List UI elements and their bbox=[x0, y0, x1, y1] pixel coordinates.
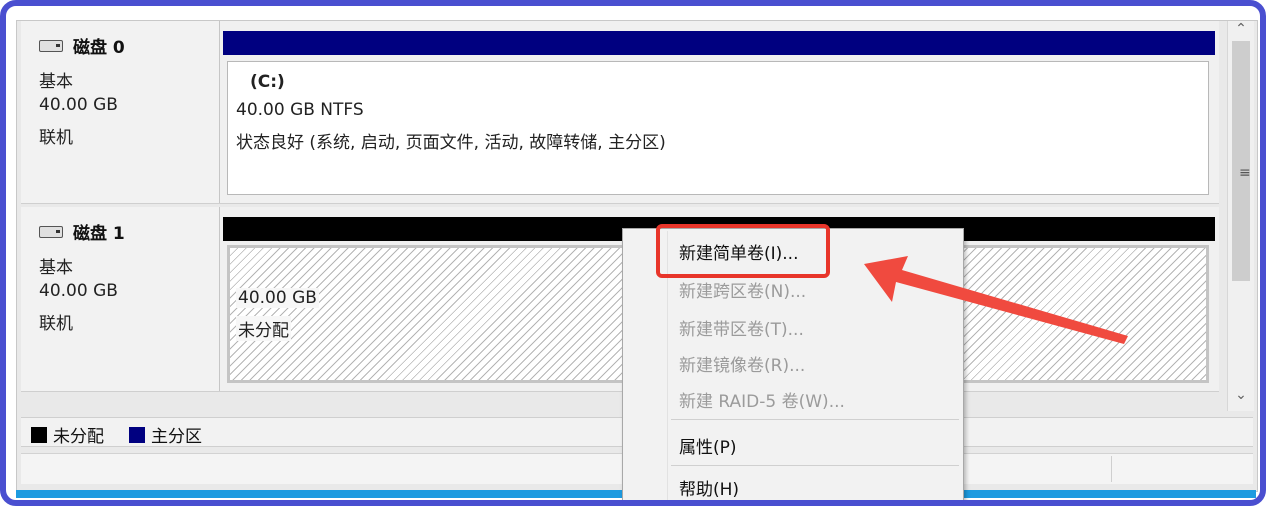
annotation-arrow-icon bbox=[864, 256, 1128, 344]
screenshot-frame: 磁盘 0 基本 40.00 GB 联机 (C:) 40.00 GB NTFS 状… bbox=[0, 0, 1266, 506]
annotation-arrow-shape bbox=[864, 256, 1128, 344]
